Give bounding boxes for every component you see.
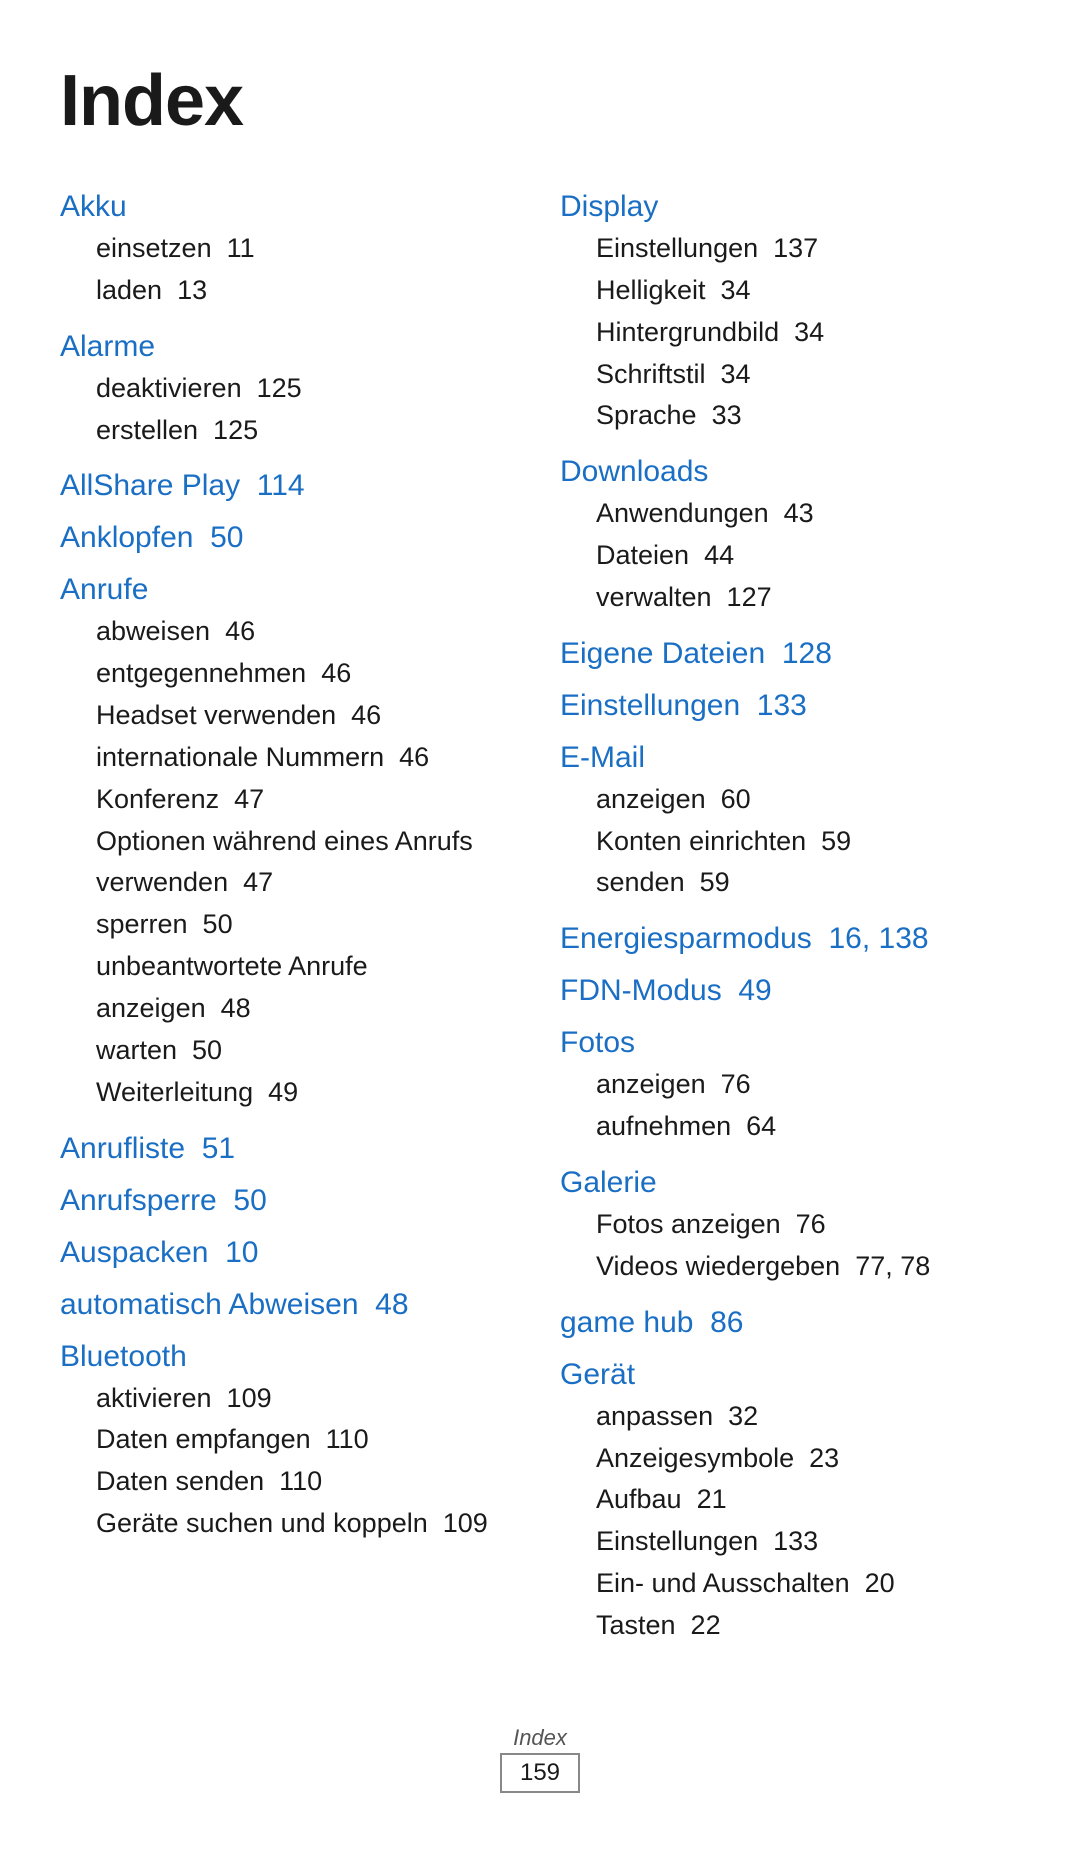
index-section-heading[interactable]: Auspacken 10 (60, 1236, 520, 1270)
index-section: Gerät anpassen 32Anzeigesymbole 23Aufbau … (560, 1358, 1020, 1647)
index-subitem: Weiterleitung 49 (96, 1072, 520, 1114)
index-subitem: abweisen 46 (96, 611, 520, 653)
index-subitem: Tasten 22 (596, 1605, 1020, 1647)
index-section-heading[interactable]: game hub 86 (560, 1306, 1020, 1340)
index-subitem: Daten empfangen 110 (96, 1419, 520, 1461)
index-subitem: warten 50 (96, 1030, 520, 1072)
index-section: game hub 86 (560, 1306, 1020, 1340)
index-subitem: Ein- und Ausschalten 20 (596, 1563, 1020, 1605)
index-section: Energiesparmodus 16, 138 (560, 922, 1020, 956)
index-section: Anrufsperre 50 (60, 1184, 520, 1218)
index-section-heading[interactable]: Einstellungen 133 (560, 689, 1020, 723)
index-subitem: Aufbau 21 (596, 1479, 1020, 1521)
index-section-heading[interactable]: Bluetooth (60, 1340, 520, 1374)
index-subitem: anpassen 32 (596, 1396, 1020, 1438)
index-section: Akku einsetzen 11laden 13 (60, 190, 520, 312)
index-section: automatisch Abweisen 48 (60, 1288, 520, 1322)
index-section-heading[interactable]: Energiesparmodus 16, 138 (560, 922, 1020, 956)
index-subitem: Optionen während eines Anrufs verwenden … (96, 821, 520, 905)
index-section: Anrufliste 51 (60, 1132, 520, 1166)
index-section-heading[interactable]: Galerie (560, 1166, 1020, 1200)
index-subitem: Einstellungen 133 (596, 1521, 1020, 1563)
footer-label: Index (60, 1725, 1020, 1751)
index-section: Eigene Dateien 128 (560, 637, 1020, 671)
footer-page-number: 159 (500, 1753, 580, 1793)
index-subitem: Headset verwenden 46 (96, 695, 520, 737)
index-section-heading[interactable]: Display (560, 190, 1020, 224)
index-subitems: aktivieren 109Daten empfangen 110Daten s… (60, 1378, 520, 1545)
index-section-heading[interactable]: Anrufsperre 50 (60, 1184, 520, 1218)
index-subitem: anzeigen 76 (596, 1064, 1020, 1106)
index-subitems: Anwendungen 43Dateien 44verwalten 127 (560, 493, 1020, 619)
index-subitem: Daten senden 110 (96, 1461, 520, 1503)
index-section: Downloads Anwendungen 43Dateien 44verwalt… (560, 455, 1020, 619)
index-section-heading[interactable]: Anrufe (60, 573, 520, 607)
index-section-heading[interactable]: E-Mail (560, 741, 1020, 775)
index-subitem: aufnehmen 64 (596, 1106, 1020, 1148)
index-subitem: Dateien 44 (596, 535, 1020, 577)
index-section-heading[interactable]: Anklopfen 50 (60, 521, 520, 555)
index-subitems: einsetzen 11laden 13 (60, 228, 520, 312)
index-section: Anrufe abweisen 46entgegennehmen 46Headse… (60, 573, 520, 1113)
index-subitem: senden 59 (596, 862, 1020, 904)
index-subitem: einsetzen 11 (96, 228, 520, 270)
index-subitem: Fotos anzeigen 76 (596, 1204, 1020, 1246)
index-subitem: deaktivieren 125 (96, 368, 520, 410)
index-section: Bluetooth aktivieren 109Daten empfangen 1… (60, 1340, 520, 1545)
index-subitems: anzeigen 60Konten einrichten 59senden 59 (560, 779, 1020, 905)
index-section: Display Einstellungen 137Helligkeit 34Hin… (560, 190, 1020, 437)
index-section-heading[interactable]: Akku (60, 190, 520, 224)
index-subitem: Hintergrundbild 34 (596, 312, 1020, 354)
index-columns: Akku einsetzen 11laden 13 Alarme deaktivier… (60, 190, 1020, 1665)
index-subitems: anpassen 32Anzeigesymbole 23Aufbau 21Ein… (560, 1396, 1020, 1647)
index-subitem: unbeantwortete Anrufe anzeigen 48 (96, 946, 520, 1030)
index-subitem: erstellen 125 (96, 410, 520, 452)
index-subitem: Konferenz 47 (96, 779, 520, 821)
index-section: Anklopfen 50 (60, 521, 520, 555)
index-subitem: Videos wiedergeben 77, 78 (596, 1246, 1020, 1288)
index-section: Galerie Fotos anzeigen 76Videos wiedergeb… (560, 1166, 1020, 1288)
index-section-heading[interactable]: Anrufliste 51 (60, 1132, 520, 1166)
index-subitem: Schriftstil 34 (596, 354, 1020, 396)
index-subitems: Fotos anzeigen 76Videos wiedergeben 77, … (560, 1204, 1020, 1288)
index-subitem: Anwendungen 43 (596, 493, 1020, 535)
index-section: AllShare Play 114 (60, 469, 520, 503)
index-subitem: Helligkeit 34 (596, 270, 1020, 312)
index-subitems: deaktivieren 125erstellen 125 (60, 368, 520, 452)
index-section: E-Mail anzeigen 60Konten einrichten 59sen… (560, 741, 1020, 905)
index-subitems: abweisen 46entgegennehmen 46Headset verw… (60, 611, 520, 1113)
index-section-heading[interactable]: Eigene Dateien 128 (560, 637, 1020, 671)
page-footer: Index 159 (60, 1725, 1020, 1793)
index-section-heading[interactable]: Downloads (560, 455, 1020, 489)
index-subitem: Anzeigesymbole 23 (596, 1438, 1020, 1480)
index-subitems: Einstellungen 137Helligkeit 34Hintergrun… (560, 228, 1020, 437)
index-section: Einstellungen 133 (560, 689, 1020, 723)
index-subitem: Geräte suchen und koppeln 109 (96, 1503, 520, 1545)
right-column: Display Einstellungen 137Helligkeit 34Hin… (560, 190, 1020, 1665)
index-subitem: anzeigen 60 (596, 779, 1020, 821)
index-subitem: Sprache 33 (596, 395, 1020, 437)
index-subitems: anzeigen 76aufnehmen 64 (560, 1064, 1020, 1148)
index-subitem: Einstellungen 137 (596, 228, 1020, 270)
index-section-heading[interactable]: Fotos (560, 1026, 1020, 1060)
index-section: Auspacken 10 (60, 1236, 520, 1270)
index-section-heading[interactable]: AllShare Play 114 (60, 469, 520, 503)
index-subitem: Konten einrichten 59 (596, 821, 1020, 863)
page-title: Index (60, 60, 1020, 142)
index-section-heading[interactable]: automatisch Abweisen 48 (60, 1288, 520, 1322)
index-subitem: entgegennehmen 46 (96, 653, 520, 695)
index-section-heading[interactable]: FDN-Modus 49 (560, 974, 1020, 1008)
index-section-heading[interactable]: Gerät (560, 1358, 1020, 1392)
left-column: Akku einsetzen 11laden 13 Alarme deaktivier… (60, 190, 560, 1665)
index-section: Alarme deaktivieren 125erstellen 125 (60, 330, 520, 452)
index-subitem: internationale Nummern 46 (96, 737, 520, 779)
index-section: Fotos anzeigen 76aufnehmen 64 (560, 1026, 1020, 1148)
index-subitem: laden 13 (96, 270, 520, 312)
index-subitem: verwalten 127 (596, 577, 1020, 619)
index-subitem: aktivieren 109 (96, 1378, 520, 1420)
index-section: FDN-Modus 49 (560, 974, 1020, 1008)
index-subitem: sperren 50 (96, 904, 520, 946)
index-section-heading[interactable]: Alarme (60, 330, 520, 364)
